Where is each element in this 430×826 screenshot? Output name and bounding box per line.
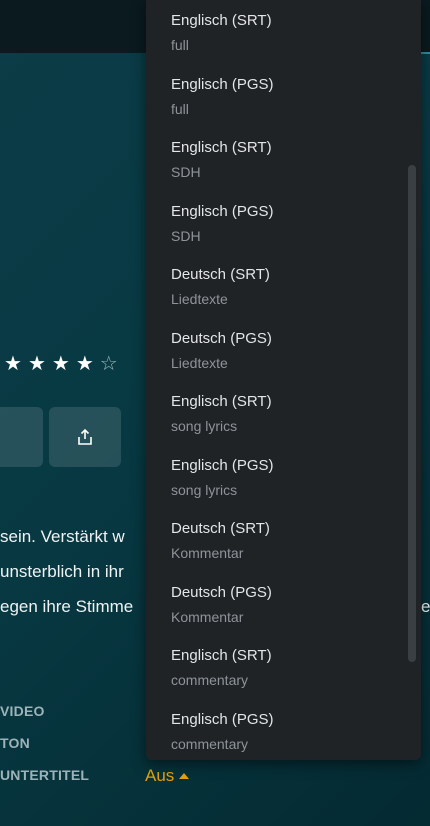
option-sub: Kommentar <box>171 608 244 625</box>
subtitle-option[interactable]: Deutsch (SRT) Kommentar <box>146 508 421 572</box>
subtitle-option[interactable]: Englisch (SRT) full <box>146 0 421 64</box>
dropdown-scrollbar[interactable] <box>408 165 416 662</box>
option-name: Englisch (PGS) <box>171 710 274 728</box>
option-name: Englisch (PGS) <box>171 202 274 220</box>
option-name: Englisch (PGS) <box>171 456 274 474</box>
star-empty-icon: ☆ <box>99 353 118 375</box>
caret-up-icon <box>179 773 190 779</box>
option-name: Englisch (SRT) <box>171 12 272 29</box>
subtitles-label: UNTERTITEL <box>0 767 90 783</box>
option-sub: SDH <box>171 227 201 244</box>
option-name: Deutsch (PGS) <box>171 329 272 347</box>
option-sub: SDH <box>171 164 201 180</box>
share-icon <box>78 428 92 445</box>
subtitle-option[interactable]: Englisch (PGS) SDH <box>146 191 421 255</box>
option-name: Englisch (SRT) <box>171 647 272 664</box>
subtitles-dropdown[interactable]: Englisch (SRT) full Englisch (PGS) full … <box>146 0 421 760</box>
star-icon: ★ <box>4 353 22 375</box>
description-text-tail: e <box>421 597 430 616</box>
subtitle-option[interactable]: Deutsch (PGS) Kommentar <box>146 572 421 636</box>
option-sub: commentary <box>171 672 249 688</box>
subtitle-option[interactable]: Englisch (PGS) song lyrics <box>146 445 421 509</box>
option-name: Deutsch (SRT) <box>171 520 270 537</box>
subtitle-option[interactable]: Englisch (PGS) commentary <box>146 699 421 761</box>
option-name: Englisch (SRT) <box>171 139 272 156</box>
top-bar-accent <box>420 52 430 54</box>
option-name: Deutsch (PGS) <box>171 583 272 601</box>
subtitle-option[interactable]: Englisch (SRT) commentary <box>146 635 421 699</box>
option-sub: Liedtexte <box>171 291 228 307</box>
subtitle-option[interactable]: Englisch (SRT) song lyrics <box>146 381 421 445</box>
subtitles-select[interactable]: Aus <box>145 766 190 786</box>
option-sub: Kommentar <box>171 545 244 561</box>
option-sub: song lyrics <box>171 481 238 498</box>
subtitles-select-value: Aus <box>145 766 175 785</box>
option-sub: full <box>171 100 189 117</box>
description-text: egen ihre Stimme <box>0 597 134 616</box>
video-label: VIDEO <box>0 703 45 719</box>
audio-label: TON <box>0 735 30 751</box>
option-sub: Liedtexte <box>171 354 228 371</box>
option-name: Deutsch (SRT) <box>171 266 270 283</box>
star-rating[interactable]: ★ ★ ★ ★ ☆ <box>4 352 118 376</box>
share-button[interactable] <box>49 407 121 467</box>
star-icon: ★ <box>51 353 70 375</box>
option-name: Englisch (SRT) <box>171 393 272 410</box>
star-icon: ★ <box>75 353 94 375</box>
star-icon: ★ <box>27 353 46 375</box>
option-sub: commentary <box>171 735 249 752</box>
option-sub: song lyrics <box>171 418 238 434</box>
subtitle-option[interactable]: Deutsch (PGS) Liedtexte <box>146 318 421 382</box>
option-name: Englisch (PGS) <box>171 75 274 93</box>
subtitle-option[interactable]: Englisch (SRT) SDH <box>146 127 421 191</box>
option-sub: full <box>171 37 189 53</box>
subtitle-option[interactable]: Englisch (PGS) full <box>146 64 421 128</box>
action-button[interactable] <box>0 407 43 467</box>
subtitle-option[interactable]: Deutsch (SRT) Liedtexte <box>146 254 421 318</box>
